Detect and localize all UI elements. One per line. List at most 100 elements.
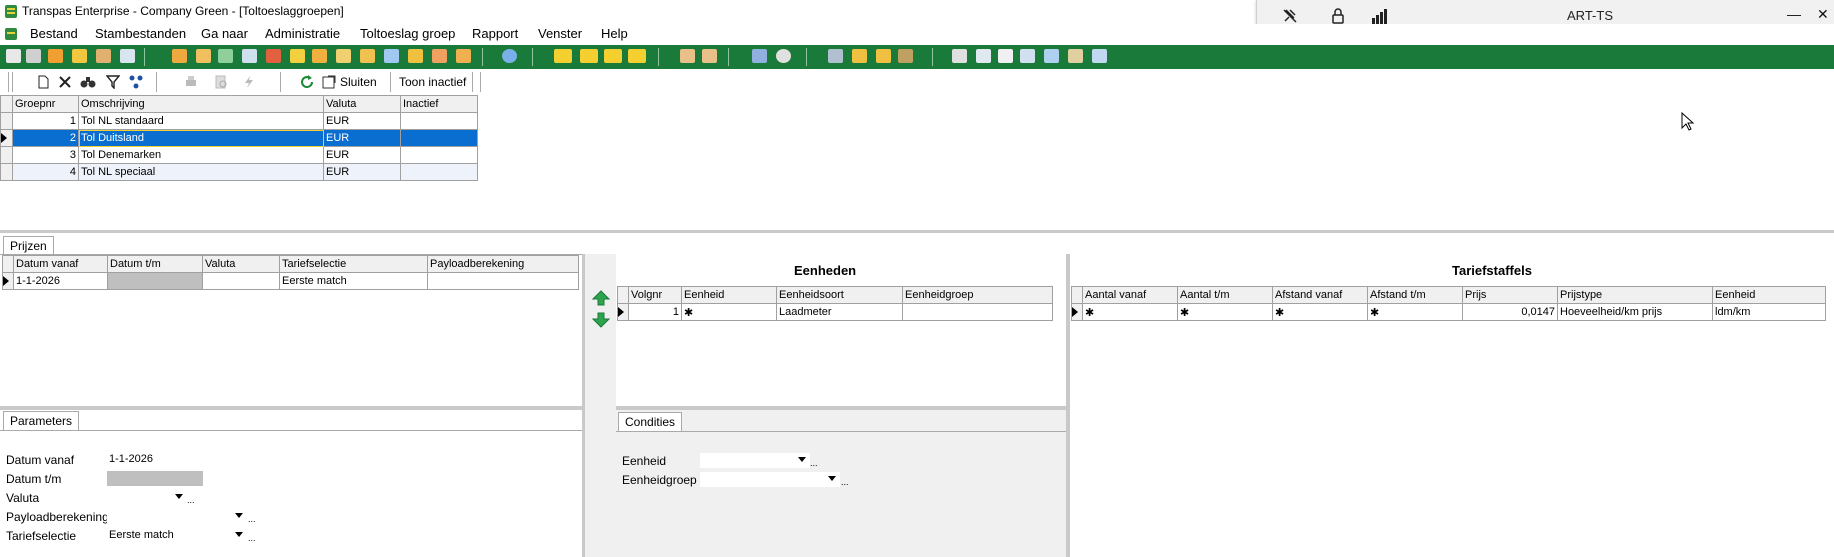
pencil-icon[interactable]	[408, 49, 423, 63]
valuta-dropdown[interactable]: ...	[107, 490, 195, 505]
ellipsis-icon[interactable]: ...	[248, 512, 256, 527]
close-window-icon[interactable]	[322, 75, 336, 89]
cell-inactief[interactable]	[400, 112, 478, 130]
delete-icon[interactable]	[58, 75, 72, 89]
cell-eenheid[interactable]: ldm/km	[1712, 303, 1826, 321]
tab-condities[interactable]: Condities	[618, 412, 683, 431]
close-button-toolbar[interactable]: Sluiten	[340, 73, 377, 91]
wrench-icon[interactable]	[1068, 49, 1083, 63]
cell-groepnr[interactable]: 3	[12, 146, 79, 164]
column-header-eenheid[interactable]: Eenheid	[681, 286, 777, 304]
edit-folder-icon[interactable]	[312, 49, 327, 63]
column-header-groepnr[interactable]: Groepnr	[12, 95, 79, 113]
truck-yellow-icon[interactable]	[554, 49, 572, 63]
menu-venster[interactable]: Venster	[538, 26, 582, 41]
truck-yellow-2-icon[interactable]	[580, 49, 598, 63]
column-header-eenheidgroep[interactable]: Eenheidgroep	[902, 286, 1053, 304]
cell-eenheid[interactable]: ✱	[681, 303, 777, 321]
globe-icon[interactable]	[502, 49, 517, 63]
window-icon[interactable]	[1092, 49, 1107, 63]
lock-icon[interactable]	[1329, 7, 1347, 25]
cell-valuta[interactable]: EUR	[323, 163, 401, 181]
cell-inactief[interactable]	[400, 163, 478, 181]
report-icon[interactable]	[242, 49, 257, 63]
cell-valuta[interactable]	[202, 272, 280, 290]
column-header-afstand-vanaf[interactable]: Afstand vanaf	[1272, 286, 1368, 304]
cell-inactief[interactable]	[400, 146, 478, 164]
sort-icon[interactable]	[128, 74, 144, 90]
cell-omschrijving[interactable]: Tol Denemarken	[78, 146, 324, 164]
table-row[interactable]: 1-1-2026 Eerste match	[2, 272, 579, 290]
eenheidgroep-dropdown[interactable]: ...	[700, 472, 849, 487]
clock-icon[interactable]	[776, 49, 791, 63]
payloadberekening-dropdown[interactable]: ...	[107, 509, 256, 524]
people-icon[interactable]	[72, 49, 87, 63]
cell-datum-tm[interactable]	[107, 272, 203, 290]
table-row[interactable]: ✱ ✱ ✱ ✱ 0,0147 Hoeveelheid/km prijs ldm/…	[1071, 303, 1826, 321]
cell-aantal-tm[interactable]: ✱	[1177, 303, 1273, 321]
cell-omschrijving[interactable]: Tol NL speciaal	[78, 163, 324, 181]
folder-icon[interactable]	[172, 49, 187, 63]
unpin-icon[interactable]	[1281, 7, 1299, 25]
horizontal-splitter[interactable]	[0, 230, 1834, 233]
column-header-tariefselectie[interactable]: Tariefselectie	[279, 255, 428, 273]
ellipsis-icon[interactable]: ...	[810, 456, 818, 471]
datum-vanaf-field[interactable]: 1-1-2026	[107, 452, 203, 467]
cart-icon[interactable]	[828, 49, 843, 63]
inbox-icon[interactable]	[1020, 49, 1035, 63]
mail-icon[interactable]	[998, 49, 1013, 63]
filter-icon[interactable]	[106, 75, 120, 89]
cell-tariefselectie[interactable]: Eerste match	[279, 272, 428, 290]
list-icon[interactable]	[290, 49, 305, 63]
arrow-up-icon[interactable]	[592, 290, 610, 306]
coins-icon[interactable]	[852, 49, 867, 63]
cell-valuta[interactable]: EUR	[323, 129, 401, 147]
monitor-icon[interactable]	[1044, 49, 1059, 63]
ellipsis-icon[interactable]: ...	[248, 531, 256, 546]
column-header-datum-vanaf[interactable]: Datum vanaf	[13, 255, 108, 273]
menu-ga-naar[interactable]: Ga naar	[201, 26, 248, 41]
cell-inactief[interactable]	[400, 129, 478, 147]
cell-prijstype[interactable]: Hoeveelheid/km prijs	[1557, 303, 1713, 321]
signal-strength-icon[interactable]	[1371, 7, 1389, 25]
package-icon[interactable]	[48, 49, 63, 63]
export-icon[interactable]	[976, 49, 991, 63]
app-menu-icon[interactable]	[4, 27, 18, 41]
printer-icon[interactable]	[952, 49, 967, 63]
cell-afstand-tm[interactable]: ✱	[1367, 303, 1463, 321]
menu-rapport[interactable]: Rapport	[472, 26, 518, 41]
tariefselectie-dropdown[interactable]: Eerste match...	[107, 528, 256, 543]
folder-search-icon[interactable]	[196, 49, 211, 63]
column-header-datum-tm[interactable]: Datum t/m	[107, 255, 203, 273]
column-header-afstand-tm[interactable]: Afstand t/m	[1367, 286, 1463, 304]
note-icon[interactable]	[336, 49, 351, 63]
close-button[interactable]: ✕	[1817, 6, 1829, 23]
cell-valuta[interactable]: EUR	[323, 112, 401, 130]
cell-afstand-vanaf[interactable]: ✱	[1272, 303, 1368, 321]
table-row[interactable]: 3 Tol Denemarken EUR	[0, 146, 478, 164]
tab-prijzen[interactable]: Prijzen	[3, 236, 54, 255]
column-header-eenheidsoort[interactable]: Eenheidsoort	[776, 286, 903, 304]
column-header-eenheid[interactable]: Eenheid	[1712, 286, 1826, 304]
door-in-icon[interactable]	[680, 49, 695, 63]
cell-groepnr[interactable]: 2	[12, 129, 79, 147]
truck-icon[interactable]	[26, 49, 41, 63]
table-row[interactable]: 1 Tol NL standaard EUR	[0, 112, 478, 130]
document-icon[interactable]	[6, 49, 21, 63]
table-row[interactable]: 4 Tol NL speciaal EUR	[0, 163, 478, 181]
column-header-omschrijving[interactable]: Omschrijving	[78, 95, 324, 113]
check-icon[interactable]	[360, 49, 375, 63]
column-header-inactief[interactable]: Inactief	[400, 95, 478, 113]
column-header-aantal-tm[interactable]: Aantal t/m	[1177, 286, 1273, 304]
menu-toltoeslag-groep[interactable]: Toltoeslag groep	[360, 26, 455, 41]
datum-tm-field[interactable]	[107, 471, 203, 486]
cell-payloadberekening[interactable]	[427, 272, 579, 290]
cell-valuta[interactable]: EUR	[323, 146, 401, 164]
cell-prijs[interactable]: 0,0147	[1462, 303, 1558, 321]
truck-yellow-4-icon[interactable]	[628, 49, 646, 63]
column-header-valuta[interactable]: Valuta	[323, 95, 401, 113]
column-header-aantal-vanaf[interactable]: Aantal vanaf	[1082, 286, 1178, 304]
column-header-prijstype[interactable]: Prijstype	[1557, 286, 1713, 304]
column-header-payloadberekening[interactable]: Payloadberekening	[427, 255, 579, 273]
tools-icon[interactable]	[384, 49, 399, 63]
